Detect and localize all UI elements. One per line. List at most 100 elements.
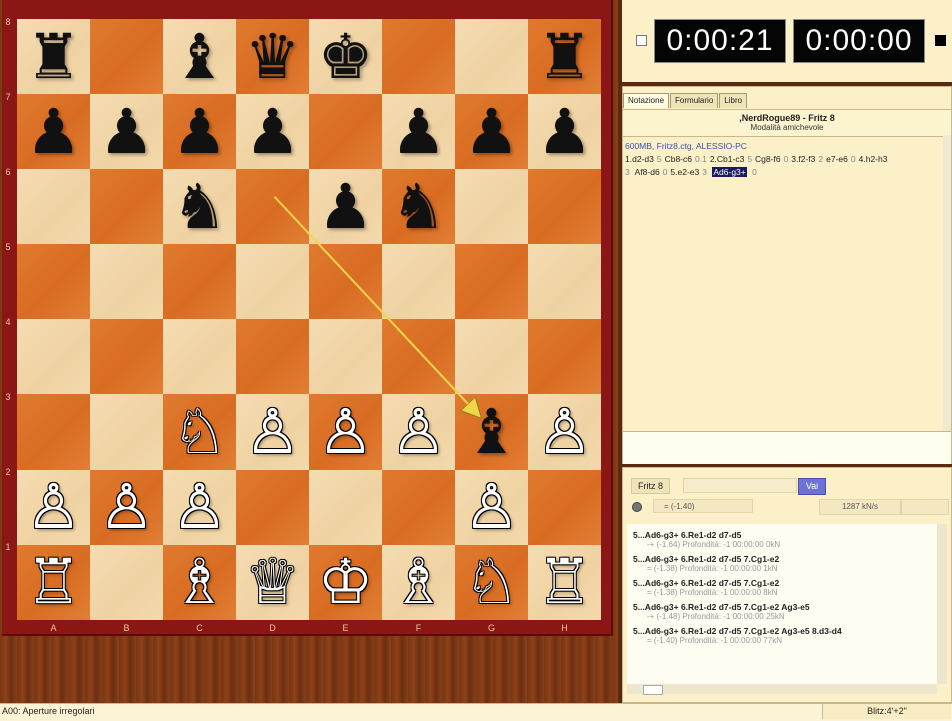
square-c1[interactable]: ♗ [163,544,236,620]
chess-piece[interactable]: ♝ [464,401,520,463]
square-e4[interactable] [309,319,382,395]
square-b5[interactable] [90,244,163,320]
chess-piece[interactable]: ♟ [99,100,155,163]
square-b8[interactable] [90,19,163,95]
square-b1[interactable] [90,544,163,620]
chess-piece[interactable]: ♘ [464,551,520,613]
square-h4[interactable] [528,319,601,395]
square-c3[interactable]: ♘ [163,394,236,470]
square-b4[interactable] [90,319,163,395]
tab-form[interactable]: Formulario [670,93,719,108]
chess-piece[interactable]: ♟ [26,100,82,163]
chess-piece[interactable]: ♙ [391,401,447,463]
square-b3[interactable] [90,394,163,470]
chess-piece[interactable]: ♟ [464,100,520,163]
square-b7[interactable]: ♟ [90,94,163,170]
square-e1[interactable]: ♔ [309,544,382,620]
square-c8[interactable]: ♝ [163,19,236,95]
square-e5[interactable] [309,244,382,320]
square-f1[interactable]: ♗ [382,544,455,620]
chess-piece[interactable]: ♕ [245,551,301,613]
engine-scrollbar-vertical[interactable] [937,524,947,684]
tab-book[interactable]: Libro [719,93,748,108]
engine-line[interactable]: 5...Ad6-g3+ 6.Re1-d2 d7-d5 -+ (-1.64) Pro… [633,530,933,549]
engine-scrollbar-horizontal[interactable] [627,684,937,695]
square-a5[interactable] [17,244,90,320]
square-a2[interactable]: ♙ [17,469,90,545]
chess-piece[interactable]: ♚ [318,25,374,88]
notation-scrollbar[interactable] [943,135,951,435]
square-e6[interactable]: ♟ [309,169,382,245]
chess-piece[interactable]: ♗ [172,551,228,613]
square-e8[interactable]: ♚ [309,19,382,95]
chess-piece[interactable]: ♜ [537,25,593,88]
square-e7[interactable] [309,94,382,170]
square-h5[interactable] [528,244,601,320]
square-h8[interactable]: ♜ [528,19,601,95]
move[interactable]: Af8-d6 [635,167,660,177]
square-h3[interactable]: ♙ [528,394,601,470]
square-c5[interactable] [163,244,236,320]
chess-piece[interactable]: ♔ [318,551,374,613]
square-a7[interactable]: ♟ [17,94,90,170]
move[interactable]: e7-e6 [826,154,848,164]
square-d6[interactable] [236,169,309,245]
move[interactable]: Cb8-c6 [665,154,692,164]
square-g4[interactable] [455,319,528,395]
clock-checkbox[interactable] [636,35,647,46]
chess-board[interactable]: ♜ ♝ ♛ ♚ ♜ ♟ ♟ ♟ ♟ ♟ ♟ ♟ ♞ ♟ ♞ ♘ ♙ ♙ ♙ ♝ ♙ ♙ ♙ ♙ ♙ ♖ ♗ ♕ ♔ ♗ ♘ ♖ [17,19,601,620]
square-f3[interactable]: ♙ [382,394,455,470]
engine-line[interactable]: 5...Ad6-g3+ 6.Re1-d2 d7-d5 7.Cg1-e2 = (-1… [633,554,933,573]
chess-piece[interactable]: ♟ [172,100,228,163]
square-a6[interactable] [17,169,90,245]
square-f4[interactable] [382,319,455,395]
chess-piece[interactable]: ♙ [172,476,228,538]
square-b2[interactable]: ♙ [90,469,163,545]
square-d8[interactable]: ♛ [236,19,309,95]
chess-piece[interactable]: ♙ [99,476,155,538]
square-a1[interactable]: ♖ [17,544,90,620]
chess-piece[interactable]: ♟ [245,100,301,163]
move[interactable]: 3.f2-f3 [791,154,815,164]
chess-piece[interactable]: ♙ [245,401,301,463]
square-g8[interactable] [455,19,528,95]
chess-piece[interactable]: ♘ [172,401,228,463]
chess-piece[interactable]: ♗ [391,551,447,613]
square-f7[interactable]: ♟ [382,94,455,170]
square-h6[interactable] [528,169,601,245]
move[interactable]: 1.d2-d3 [625,154,654,164]
square-e2[interactable] [309,469,382,545]
square-a8[interactable]: ♜ [17,19,90,95]
selected-move[interactable]: Ad6-g3+ [712,167,747,177]
square-d2[interactable] [236,469,309,545]
move-list[interactable]: 600MB, Fritz8.ctg, ALESSIO-PC 1.d2-d3 5 Cb… [625,140,937,179]
square-f6[interactable]: ♞ [382,169,455,245]
chess-piece[interactable]: ♟ [391,100,447,163]
engine-line[interactable]: 5...Ad6-g3+ 6.Re1-d2 d7-d5 7.Cg1-e2 Ag3-… [633,626,933,645]
move[interactable]: 4.h2-h3 [859,154,888,164]
square-g5[interactable] [455,244,528,320]
tab-notation[interactable]: Notazione [623,93,670,108]
chess-piece[interactable]: ♙ [537,401,593,463]
square-e3[interactable]: ♙ [309,394,382,470]
notation-comment-area[interactable] [623,431,951,464]
chess-piece[interactable]: ♟ [537,100,593,163]
move[interactable]: Cg8-f6 [755,154,781,164]
go-button[interactable]: Vai [798,478,826,495]
chess-piece[interactable]: ♝ [172,25,228,88]
square-c6[interactable]: ♞ [163,169,236,245]
chess-piece[interactable]: ♜ [26,25,82,88]
chess-piece[interactable]: ♙ [464,476,520,538]
square-g3[interactable]: ♝ [455,394,528,470]
square-a3[interactable] [17,394,90,470]
chess-piece[interactable]: ♟ [318,175,374,238]
chess-piece[interactable]: ♖ [26,551,82,613]
square-d1[interactable]: ♕ [236,544,309,620]
square-f5[interactable] [382,244,455,320]
square-f8[interactable] [382,19,455,95]
scroll-thumb[interactable] [643,685,663,695]
engine-line[interactable]: 5...Ad6-g3+ 6.Re1-d2 d7-d5 7.Cg1-e2 = (-1… [633,578,933,597]
square-g2[interactable]: ♙ [455,469,528,545]
square-h2[interactable] [528,469,601,545]
square-g1[interactable]: ♘ [455,544,528,620]
